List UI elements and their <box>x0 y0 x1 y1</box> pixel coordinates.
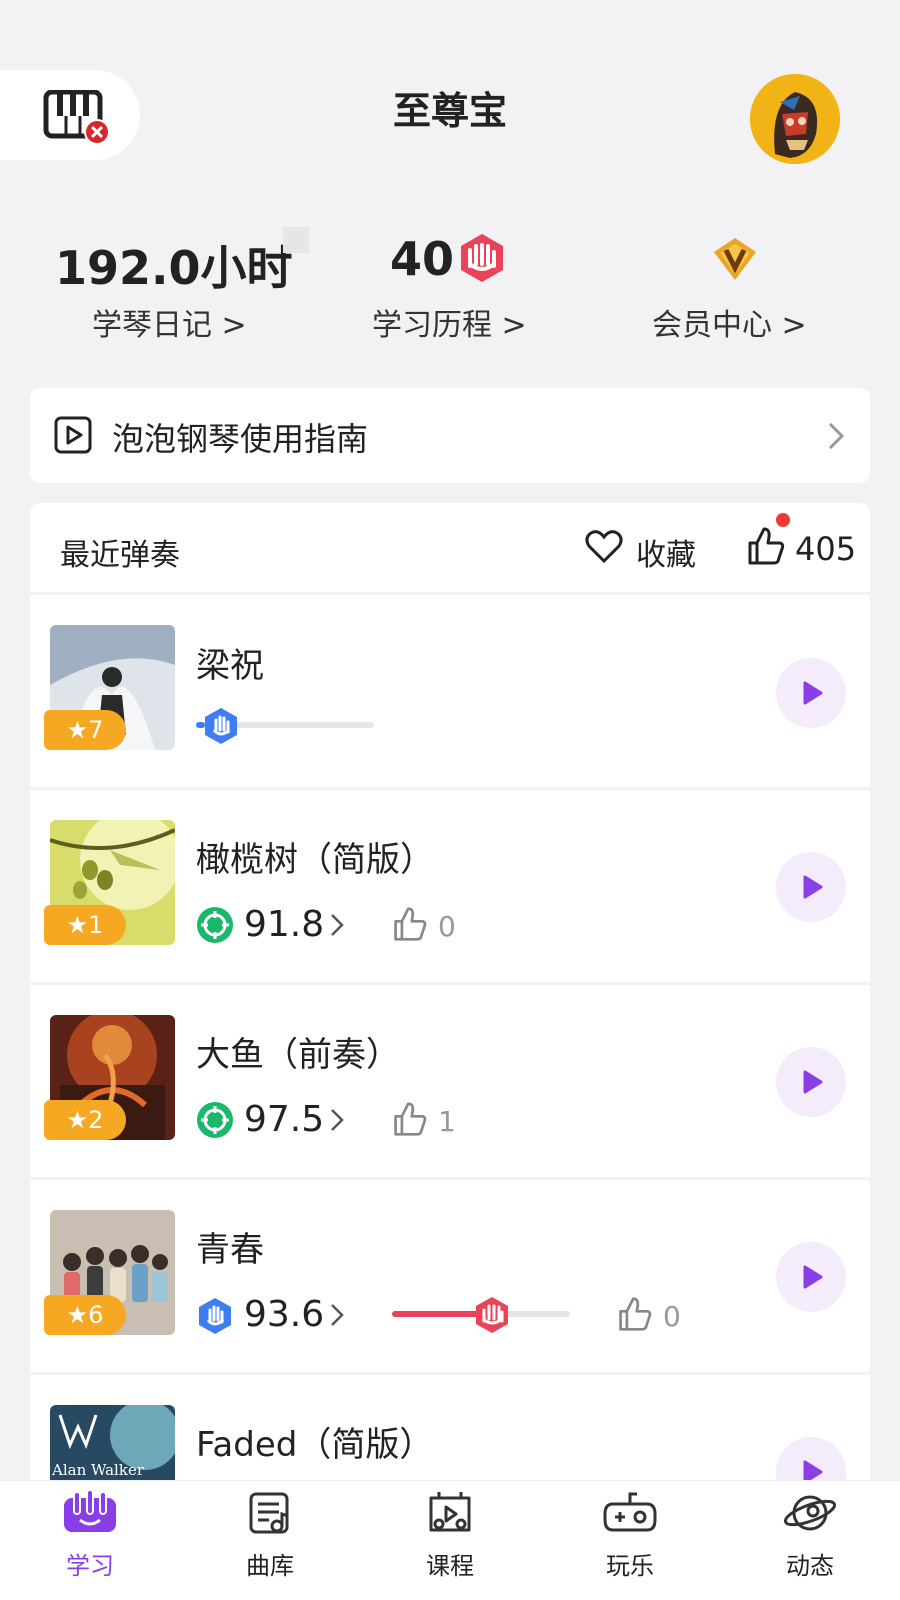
star-badge: ★7 <box>44 710 126 750</box>
song-title[interactable]: 橄榄树（简版） <box>196 832 434 881</box>
star-badge: ★6 <box>44 1295 126 1335</box>
chevron-right-icon <box>828 422 845 450</box>
divider <box>30 1372 870 1375</box>
gamepad-icon <box>603 1492 657 1532</box>
star-badge: ★1 <box>44 905 126 945</box>
course-icon <box>429 1492 471 1532</box>
nav-play[interactable]: 玩乐 <box>570 1490 690 1581</box>
song-score[interactable]: 93.6 <box>244 1294 324 1335</box>
thumbs-up-icon[interactable] <box>746 525 786 567</box>
play-button[interactable] <box>776 1242 846 1312</box>
learn-icon <box>64 1489 116 1532</box>
hand-badge-icon <box>461 234 503 282</box>
star-badge: ★2 <box>44 1100 126 1140</box>
hand-progress-icon <box>205 708 237 744</box>
practice-diary-link[interactable]: 学琴日记 > <box>92 300 247 344</box>
likes-count: 405 <box>795 530 857 568</box>
divider <box>30 787 870 790</box>
nav-label: 课程 <box>426 1552 474 1580</box>
divider <box>30 592 870 595</box>
hand-score-icon <box>199 1298 231 1334</box>
play-button[interactable] <box>776 1047 846 1117</box>
vip-crown-icon <box>714 238 756 280</box>
song-likes: 0 <box>438 910 456 943</box>
recent-title: 最近弹奏 <box>60 538 180 573</box>
play-button[interactable] <box>776 658 846 728</box>
learning-count: 40 <box>390 232 455 286</box>
video-play-icon <box>54 416 92 454</box>
placeholder-square <box>283 227 309 253</box>
planet-icon <box>783 1495 837 1531</box>
thumb-text: Alan Walker <box>51 1461 145 1479</box>
song-score[interactable]: 97.5 <box>244 1099 324 1140</box>
thumbs-up-icon[interactable] <box>617 1295 653 1333</box>
chevron-right-icon <box>331 1304 344 1326</box>
thumbs-up-icon[interactable] <box>392 905 428 943</box>
heart-icon[interactable] <box>585 530 623 564</box>
guide-label: 泡泡钢琴使用指南 <box>112 420 369 458</box>
guide-card[interactable]: 泡泡钢琴使用指南 <box>30 388 870 483</box>
nav-label: 玩乐 <box>606 1552 654 1580</box>
nav-library[interactable]: 曲库 <box>210 1490 330 1581</box>
notification-dot <box>776 513 790 527</box>
song-title[interactable]: 大鱼（前奏） <box>196 1027 400 1076</box>
thumbs-up-icon[interactable] <box>392 1100 428 1138</box>
nav-feed[interactable]: 动态 <box>750 1490 870 1581</box>
nav-learn[interactable]: 学习 <box>30 1489 150 1581</box>
play-button[interactable] <box>776 852 846 922</box>
practice-hours: 192.0小时 <box>55 241 293 295</box>
nav-course[interactable]: 课程 <box>390 1490 510 1581</box>
divider <box>30 1177 870 1180</box>
favorites-label[interactable]: 收藏 <box>636 530 696 574</box>
nav-label: 学习 <box>66 1552 114 1580</box>
nav-label: 曲库 <box>246 1552 294 1580</box>
avatar[interactable] <box>750 74 840 164</box>
member-center-link[interactable]: 会员中心 > <box>652 300 807 344</box>
hand-progress-icon <box>476 1297 508 1333</box>
nav-label: 动态 <box>786 1552 834 1580</box>
song-score[interactable]: 91.8 <box>244 904 324 945</box>
song-thumbnail[interactable]: Alan Walker <box>50 1405 175 1480</box>
song-title[interactable]: 青春 <box>196 1222 264 1271</box>
divider <box>30 982 870 985</box>
song-title[interactable]: 梁祝 <box>196 638 264 687</box>
score-green-icon <box>197 1102 233 1138</box>
library-icon <box>249 1492 289 1534</box>
chevron-right-icon <box>331 1109 344 1131</box>
song-likes: 0 <box>663 1300 681 1333</box>
song-title[interactable]: Faded（简版） <box>196 1417 433 1466</box>
chevron-right-icon <box>331 914 344 936</box>
learning-history-link[interactable]: 学习历程 > <box>372 300 527 344</box>
score-green-icon <box>197 907 233 943</box>
song-likes: 1 <box>438 1105 456 1138</box>
